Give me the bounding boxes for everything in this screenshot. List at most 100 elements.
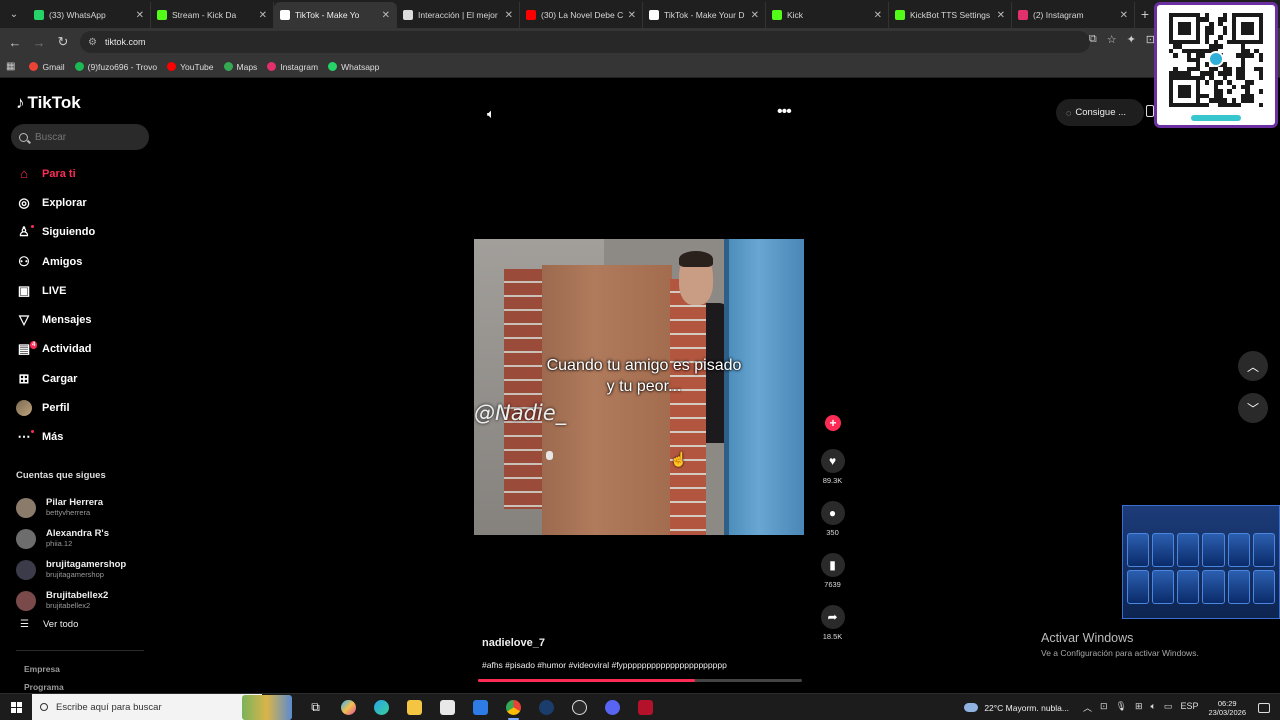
file-explorer-icon[interactable]: [398, 694, 431, 720]
bookmark-item[interactable]: YouTube: [167, 62, 214, 72]
extensions-icon[interactable]: ✦: [1127, 33, 1136, 46]
tray-app-icon[interactable]: ⊡: [1100, 701, 1108, 714]
tab-search-icon[interactable]: ⌄: [0, 0, 28, 28]
browser-tab[interactable]: Stream - Kick Da ✕: [151, 2, 274, 28]
followed-account[interactable]: brujitagamershop brujitagamershop: [16, 554, 156, 585]
language-indicator[interactable]: ESP: [1180, 701, 1198, 714]
bookmark-item[interactable]: Instagram: [267, 62, 318, 72]
volume-icon[interactable]: 🔈︎: [487, 106, 495, 122]
browser-tab[interactable]: Kick ✕: [766, 2, 889, 28]
tab-close-icon[interactable]: ✕: [1120, 10, 1128, 21]
bookmark-item[interactable]: Maps: [223, 62, 257, 72]
next-video-button[interactable]: ﹀: [1238, 393, 1268, 423]
previous-video-button[interactable]: ︿: [1238, 351, 1268, 381]
copilot-icon[interactable]: [332, 694, 365, 720]
footer-link-company[interactable]: Empresa: [24, 664, 60, 674]
bookmark-icon[interactable]: ▮: [820, 553, 845, 577]
followed-account[interactable]: Alexandra R's phiia.12: [16, 523, 156, 554]
tab-close-icon[interactable]: ✕: [628, 10, 636, 21]
video-progress-bar[interactable]: [478, 679, 802, 682]
follow-creator-button[interactable]: +: [825, 415, 841, 431]
store-icon[interactable]: [431, 694, 464, 720]
video-player[interactable]: Cuando tu amigo es pisado y tu peor... @…: [474, 239, 804, 535]
app-red-icon[interactable]: [629, 694, 662, 720]
tiktok-logo[interactable]: ♪ TikTok: [16, 93, 81, 113]
edge-icon[interactable]: [365, 694, 398, 720]
browser-tab[interactable]: (2) Instagram ✕: [1012, 2, 1135, 28]
sidebar-item-explorar[interactable]: ◎ Explorar: [14, 188, 154, 217]
bookmark-item[interactable]: (9)fuzo696 - Trovo: [74, 62, 157, 72]
sidebar-item-actividad[interactable]: ▤ 4 Actividad: [14, 335, 154, 364]
mail-icon[interactable]: [464, 694, 497, 720]
sidebar-item-m-s[interactable]: ⋯ Más: [14, 423, 154, 452]
device-icon[interactable]: [1146, 105, 1154, 117]
chrome-icon[interactable]: [497, 694, 530, 720]
battery-icon[interactable]: ▭: [1164, 701, 1173, 714]
sidebar-item-siguiendo[interactable]: ♙ Siguiendo: [14, 218, 154, 247]
share-icon[interactable]: ➦: [820, 605, 845, 629]
browser-tab[interactable]: TikTok - Make Your D ✕: [643, 2, 766, 28]
tab-favicon-icon: [403, 10, 413, 20]
sidebar-item-live[interactable]: ▣ LIVE: [14, 276, 154, 305]
discord-icon[interactable]: [596, 694, 629, 720]
sidebar-item-cargar[interactable]: ⊞ Cargar: [14, 364, 154, 393]
sidebar-item-amigos[interactable]: ⚇ Amigos: [14, 247, 154, 276]
network-icon[interactable]: ⊞: [1135, 701, 1143, 714]
taskbar-search[interactable]: Escribe aquí para buscar: [32, 693, 292, 720]
microphone-icon[interactable]: 🎙︎: [1116, 701, 1127, 714]
forward-button[interactable]: →: [27, 30, 51, 54]
video-caption-overlay: Cuando tu amigo es pisado y tu peor...: [514, 355, 774, 397]
address-bar[interactable]: ⚙ tiktok.com: [80, 31, 1090, 53]
sidebar-item-para-ti[interactable]: ⌂ Para ti: [14, 159, 154, 188]
bookmark-item[interactable]: Whatsapp: [328, 62, 379, 72]
browser-tab[interactable]: (33) WhatsApp ✕: [28, 2, 151, 28]
site-info-icon[interactable]: ⚙: [88, 37, 97, 48]
tab-close-icon[interactable]: ✕: [505, 10, 513, 21]
video-hashtags[interactable]: #afhs #pisado #humor #videoviral #fypppp…: [482, 660, 802, 670]
bookmark-star-icon[interactable]: ☆: [1107, 33, 1117, 46]
tray-chevron-icon[interactable]: ︿: [1083, 701, 1092, 714]
like-action[interactable]: ♥ 89.3K: [816, 449, 849, 485]
more-options-icon[interactable]: •••: [777, 103, 792, 121]
taskbar-clock[interactable]: 06:29 23/03/2026: [1208, 699, 1246, 717]
tab-close-icon[interactable]: ✕: [136, 10, 144, 21]
start-button[interactable]: [0, 701, 32, 713]
steam-icon[interactable]: [530, 694, 563, 720]
search-box[interactable]: [11, 124, 149, 150]
tab-close-icon[interactable]: ✕: [997, 10, 1005, 21]
get-coins-button[interactable]: ◌ Consigue ...: [1056, 99, 1144, 126]
new-tab-button[interactable]: +: [1135, 6, 1155, 22]
install-app-icon[interactable]: ⧉: [1089, 33, 1097, 46]
reload-button[interactable]: ↻: [51, 30, 75, 54]
sidebar-item-perfil[interactable]: Perfil: [14, 393, 154, 422]
weather-widget[interactable]: 22°C Mayorm. nubla...: [964, 703, 1069, 713]
task-view-icon[interactable]: ⧉: [299, 694, 332, 720]
browser-tab[interactable]: TikTok - Make Yo ✕: [274, 2, 397, 28]
back-button[interactable]: ←: [3, 30, 27, 54]
speaker-icon[interactable]: 🔈︎: [1151, 701, 1156, 714]
browser-tab[interactable]: KickBot TTS Settings ✕: [889, 2, 1012, 28]
video-progress-fill: [478, 679, 696, 682]
tab-close-icon[interactable]: ✕: [751, 10, 759, 21]
comment-action[interactable]: ● 350: [816, 501, 849, 537]
browser-tab[interactable]: Interacción | El mejor ✕: [397, 2, 520, 28]
heart-icon[interactable]: ♥: [820, 449, 845, 473]
notifications-icon[interactable]: [1258, 702, 1270, 713]
browser-tab[interactable]: (30) La Novel Debe C ✕: [520, 2, 643, 28]
sidebar-item-mensajes[interactable]: ▽ Mensajes: [14, 305, 154, 334]
followed-account[interactable]: Brujitabellex2 brujitabellex2: [16, 585, 156, 616]
see-all-button[interactable]: ☰ Ver todo: [20, 619, 78, 630]
followed-account[interactable]: Pilar Herrera bettyvherrera: [16, 492, 156, 523]
save-action[interactable]: ▮ 7639: [816, 553, 849, 589]
share-action[interactable]: ➦ 18.5K: [816, 605, 849, 641]
footer-link-program[interactable]: Programa: [24, 682, 64, 692]
obs-icon[interactable]: [563, 694, 596, 720]
tab-close-icon[interactable]: ✕: [259, 10, 267, 21]
video-author[interactable]: nadielove_7: [482, 637, 545, 649]
comment-icon[interactable]: ●: [820, 501, 845, 525]
tab-close-icon[interactable]: ✕: [382, 10, 390, 21]
search-input[interactable]: [35, 131, 135, 143]
bookmark-item[interactable]: Gmail: [29, 62, 65, 72]
apps-grid-icon[interactable]: ▦: [6, 61, 15, 72]
tab-close-icon[interactable]: ✕: [874, 10, 882, 21]
